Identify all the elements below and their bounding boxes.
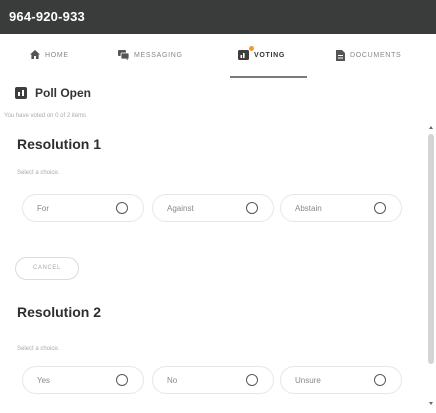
documents-icon bbox=[336, 50, 345, 61]
choice-against[interactable]: Against bbox=[152, 194, 274, 222]
resolutions-list: Resolution 1 Select a choice. For Agains… bbox=[0, 122, 436, 413]
choice-label: For bbox=[37, 204, 49, 213]
app-header: 964-920-933 bbox=[0, 0, 436, 34]
scroll-down-arrow-icon[interactable] bbox=[429, 402, 433, 405]
resolution-2-hint: Select a choice. bbox=[17, 346, 60, 352]
poll-status-label: Poll Open bbox=[35, 86, 92, 100]
tab-voting-label: VOTING bbox=[254, 52, 286, 59]
cancel-button[interactable]: CANCEL bbox=[15, 257, 79, 280]
scrollbar-thumb[interactable] bbox=[428, 134, 434, 364]
tab-voting[interactable]: VOTING bbox=[229, 46, 308, 80]
tab-documents-label: DOCUMENTS bbox=[350, 52, 402, 59]
resolution-1-hint: Select a choice. bbox=[17, 170, 60, 176]
home-icon bbox=[30, 50, 40, 59]
notification-dot bbox=[249, 46, 254, 51]
poll-status: Poll Open bbox=[15, 86, 91, 100]
radio-button[interactable] bbox=[246, 202, 258, 214]
choice-label: Against bbox=[167, 204, 194, 213]
resolution-1-title: Resolution 1 bbox=[17, 136, 102, 152]
choice-for[interactable]: For bbox=[22, 194, 144, 222]
scrollbar[interactable] bbox=[427, 124, 435, 405]
choice-label: Yes bbox=[37, 376, 51, 385]
messaging-icon bbox=[118, 50, 129, 60]
radio-button[interactable] bbox=[246, 374, 258, 386]
tab-messaging[interactable]: MESSAGING bbox=[118, 50, 183, 80]
tab-home[interactable]: HOME bbox=[30, 50, 69, 80]
radio-button[interactable] bbox=[374, 374, 386, 386]
scroll-up-arrow-icon[interactable] bbox=[429, 126, 433, 129]
vote-progress-note: You have voted on 0 of 2 items bbox=[4, 113, 87, 119]
radio-button[interactable] bbox=[116, 374, 128, 386]
nav-tabs: HOME MESSAGING VOTING DOCUMENTS bbox=[0, 34, 436, 80]
choice-yes[interactable]: Yes bbox=[22, 366, 144, 394]
poll-icon bbox=[15, 87, 27, 99]
radio-button[interactable] bbox=[116, 202, 128, 214]
tab-documents[interactable]: DOCUMENTS bbox=[336, 50, 401, 80]
choice-unsure[interactable]: Unsure bbox=[280, 366, 402, 394]
tab-home-label: HOME bbox=[45, 52, 69, 59]
app-title: 964-920-933 bbox=[9, 9, 85, 24]
choice-no[interactable]: No bbox=[152, 366, 274, 394]
voting-icon bbox=[238, 46, 254, 60]
tab-messaging-label: MESSAGING bbox=[134, 52, 183, 59]
radio-button[interactable] bbox=[374, 202, 386, 214]
choice-abstain[interactable]: Abstain bbox=[280, 194, 402, 222]
resolution-2-title: Resolution 2 bbox=[17, 304, 102, 320]
choice-label: Unsure bbox=[295, 376, 321, 385]
choice-label: No bbox=[167, 376, 178, 385]
choice-label: Abstain bbox=[295, 204, 322, 213]
